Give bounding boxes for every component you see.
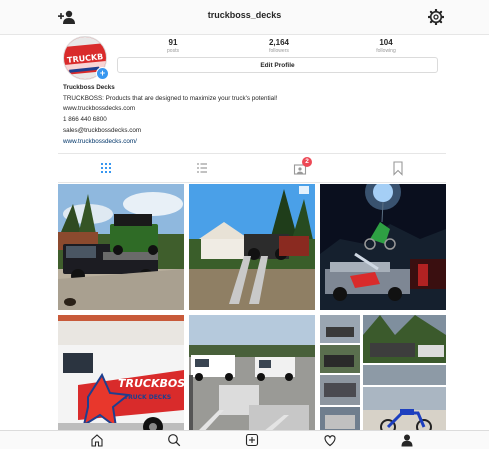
bio-line: TRUCKBOSS: Products that are designed to… <box>63 94 278 102</box>
post-thumbnail[interactable] <box>320 184 446 310</box>
bookmark-icon[interactable] <box>390 160 406 176</box>
website-link[interactable]: www.truckbossdecks.com/ <box>63 137 443 148</box>
list-icon[interactable] <box>194 160 210 176</box>
followers-count: 2,164 <box>268 38 290 47</box>
profile-username: truckboss_decks <box>207 10 282 20</box>
gear-icon[interactable] <box>428 9 444 25</box>
search-icon[interactable] <box>167 433 181 447</box>
truck-decal-text: TRUCKBOSS <box>118 377 184 390</box>
edit-profile-button[interactable]: Edit Profile <box>117 57 438 73</box>
post-thumbnail[interactable] <box>189 184 315 310</box>
bio-line: www.truckbossdecks.com <box>63 105 136 113</box>
posts-stat[interactable]: 91 posts <box>143 38 203 54</box>
post-thumbnail[interactable]: TRUCKBOSS TRUCK DECKS <box>58 315 184 441</box>
post-thumbnail[interactable] <box>320 315 446 441</box>
new-post-icon[interactable] <box>245 433 259 447</box>
posts-label: posts <box>167 48 179 54</box>
following-stat[interactable]: 104 following <box>356 38 416 54</box>
post-thumbnail[interactable] <box>189 315 315 441</box>
activity-heart-icon[interactable] <box>323 433 337 447</box>
profile-bio: Truckboss Decks TRUCKBOSS: Products that… <box>63 83 443 147</box>
home-icon[interactable] <box>90 433 104 447</box>
bio-line: 1 866 440 6800 <box>63 116 107 124</box>
top-bar: truckboss_decks <box>0 0 489 35</box>
posts-count: 91 <box>168 38 178 47</box>
add-story-plus-icon[interactable]: + <box>96 67 109 80</box>
truck-decal-subtext: TRUCK DECKS <box>124 394 171 401</box>
followers-label: followers <box>269 48 289 54</box>
profile-tabs: 2 <box>58 153 446 183</box>
post-thumbnail[interactable] <box>58 184 184 310</box>
following-count: 104 <box>379 38 393 47</box>
tagged-badge: 2 <box>302 157 312 167</box>
profile-display-name: Truckboss Decks <box>63 84 115 91</box>
bio-line: sales@truckbossdecks.com <box>63 126 142 134</box>
grid-icon[interactable] <box>98 160 114 176</box>
following-label: following <box>376 48 396 54</box>
profile-icon[interactable] <box>400 433 414 447</box>
followers-stat[interactable]: 2,164 followers <box>249 38 309 54</box>
bottom-navigation <box>0 430 489 449</box>
